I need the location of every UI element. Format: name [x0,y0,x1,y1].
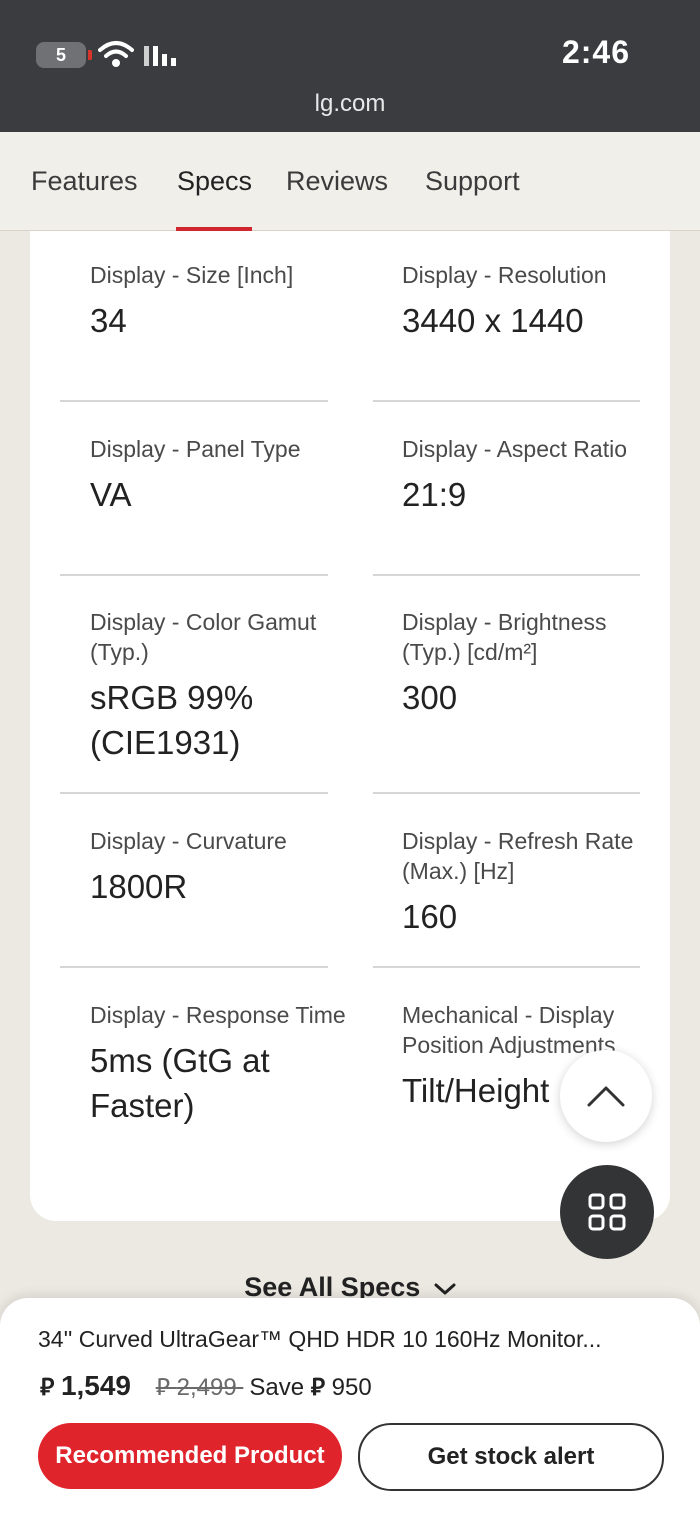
spec-item: Display - Refresh Rate (Max.) [Hz] 160 [402,826,670,939]
currency-icon: ⃁ [310,1374,325,1401]
divider [373,966,640,968]
original-price-value: 2,499 [176,1374,237,1401]
spec-label: Display - Aspect Ratio [402,436,627,462]
original-price: ⃁ 2,499 [156,1374,244,1401]
spec-value: 34 [90,302,127,339]
recommended-product-button[interactable]: Recommended Product [38,1423,342,1489]
get-stock-alert-button[interactable]: Get stock alert [358,1423,664,1491]
chevron-up-icon [587,1086,625,1107]
menu-grid-button[interactable] [560,1165,654,1259]
spec-item: Display - Brightness (Typ.) [cd/m²] 300 [402,607,670,720]
battery-level: 5 [40,44,82,66]
product-bottom-sheet: 34'' Curved UltraGear™ QHD HDR 10 160Hz … [0,1298,700,1516]
spec-value: 160 [402,898,458,935]
spec-label: Display - Response Time [90,1002,346,1028]
spec-item: Display - Curvature 1800R [90,826,358,909]
battery-icon: 5 [36,42,92,68]
save-label: Save [249,1374,305,1401]
divider [60,966,328,968]
current-price: 1,549 [60,1370,132,1401]
section-tabs: Features Specs Reviews Support [0,132,700,231]
clock: 2:46 [561,34,630,70]
divider [373,792,640,794]
divider [60,574,328,576]
chevron-down-icon [434,1283,456,1295]
address-bar-url[interactable]: lg.com [0,90,700,118]
currency-icon: ⃁ [40,1374,55,1401]
grid-icon [588,1193,626,1231]
spec-item: Display - Response Time 5ms (GtG at Fast… [90,1000,358,1128]
product-title: 34'' Curved UltraGear™ QHD HDR 10 160Hz … [38,1326,602,1352]
spec-value: 300 [402,679,458,716]
price-row: ⃁ 1,549 ⃁ 2,499 Save ⃁ 950 [40,1370,372,1402]
scroll-to-top-button[interactable] [560,1050,652,1142]
tab-reviews[interactable]: Reviews [286,166,388,197]
tab-specs[interactable]: Specs [177,166,252,197]
divider [60,400,328,402]
spec-value: 3440 x 1440 [402,302,584,339]
spec-value: 21:9 [402,476,467,513]
spec-value: 1800R [90,868,188,905]
spec-label: Display - Resolution [402,262,607,288]
save-amount: 950 [331,1374,372,1401]
spec-label: Display - Refresh Rate (Max.) [Hz] [402,828,634,884]
wifi-icon [98,41,134,67]
spec-value: sRGB 99% (CIE1931) [90,679,254,761]
spec-label: Display - Curvature [90,828,287,854]
spec-item: Display - Size [Inch] 34 [90,260,358,343]
divider [60,792,328,794]
tab-support[interactable]: Support [425,166,520,197]
spec-label: Mechanical - Display Position Adjustment… [402,1002,616,1058]
divider [373,400,640,402]
currency-icon: ⃁ [155,1374,170,1401]
spec-label: Display - Panel Type [90,436,301,462]
spec-item: Display - Color Gamut (Typ.) sRGB 99% (C… [90,607,358,765]
spec-item: Display - Resolution 3440 x 1440 [402,260,670,343]
spec-label: Display - Color Gamut (Typ.) [90,609,317,665]
spec-label: Display - Brightness (Typ.) [cd/m²] [402,609,607,665]
divider [373,574,640,576]
spec-label: Display - Size [Inch] [90,262,294,288]
spec-item: Display - Panel Type VA [90,434,358,517]
tab-features[interactable]: Features [31,166,138,197]
spec-item: Display - Aspect Ratio 21:9 [402,434,670,517]
signal-icon [144,46,176,66]
spec-value: 5ms (GtG at Faster) [90,1042,270,1124]
status-bar: 5 2:46 lg.com [0,0,700,132]
spec-value: VA [90,476,132,513]
